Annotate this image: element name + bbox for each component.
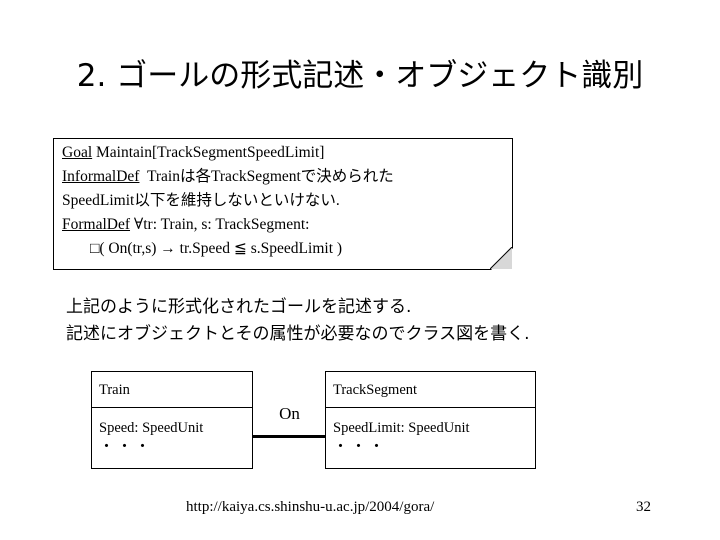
goal-value: Maintain[TrackSegmentSpeedLimit]: [96, 144, 325, 161]
body-line-1: 上記のように形式化されたゴールを記述する.: [66, 297, 412, 317]
goal-spec-box: Goal Maintain[TrackSegmentSpeedLimit] In…: [53, 138, 513, 270]
class-attributes-train: Speed: SpeedUnit ・・・: [92, 408, 252, 457]
page-title: 2. ゴールの形式記述・オブジェクト識別: [76, 58, 644, 94]
attribute-ellipsis-train: ・・・: [99, 439, 154, 455]
class-diagram: Train Speed: SpeedUnit ・・・ On TrackSegme…: [91, 371, 536, 471]
informaldef-keyword: InformalDef: [62, 168, 140, 185]
class-box-tracksegment: TrackSegment SpeedLimit: SpeedUnit ・・・: [325, 371, 536, 469]
class-box-train: Train Speed: SpeedUnit ・・・: [91, 371, 253, 469]
informaldef-text-line2: SpeedLimit以下を維持しないといけない.: [62, 192, 340, 209]
goal-line-goal: Goal Maintain[TrackSegmentSpeedLimit]: [62, 141, 510, 165]
slide-page: { "slide": { "title": "2. ゴールの形式記述・オブジェク…: [0, 0, 720, 540]
body-paragraph: 上記のように形式化されたゴールを記述する. 記述にオブジェクトとその属性が必要な…: [66, 294, 686, 348]
association-line: [253, 435, 326, 438]
informaldef-text-line1: Trainは各TrackSegmentで決められた: [146, 168, 394, 185]
class-name-tracksegment: TrackSegment: [326, 372, 535, 408]
attribute-speed: Speed: SpeedUnit: [99, 420, 204, 436]
page-number: 32: [636, 499, 651, 515]
formaldef-keyword: FormalDef: [62, 216, 131, 233]
goal-spec-text: Goal Maintain[TrackSegmentSpeedLimit] In…: [62, 141, 510, 261]
formaldef-text-line1: ∀tr: Train, s: TrackSegment:: [133, 216, 310, 233]
class-attributes-tracksegment: SpeedLimit: SpeedUnit ・・・: [326, 408, 535, 457]
body-line-2: 記述にオブジェクトとその属性が必要なのでクラス図を書く.: [66, 324, 530, 344]
formaldef-text-line2: □( On(tr,s) → tr.Speed ≦ s.SpeedLimit ): [90, 240, 343, 257]
attribute-speedlimit: SpeedLimit: SpeedUnit: [333, 420, 470, 436]
attribute-ellipsis-tracksegment: ・・・: [333, 439, 388, 455]
goal-keyword: Goal: [62, 144, 93, 161]
association-label-on: On: [279, 404, 300, 423]
goal-line-formaldef: FormalDef ∀tr: Train, s: TrackSegment:: [62, 213, 510, 237]
class-name-train: Train: [92, 372, 252, 408]
footer-url[interactable]: http://kaiya.cs.shinshu-u.ac.jp/2004/gor…: [186, 497, 434, 517]
goal-line-informaldef: InformalDef Trainは各TrackSegmentで決められた: [62, 165, 510, 189]
